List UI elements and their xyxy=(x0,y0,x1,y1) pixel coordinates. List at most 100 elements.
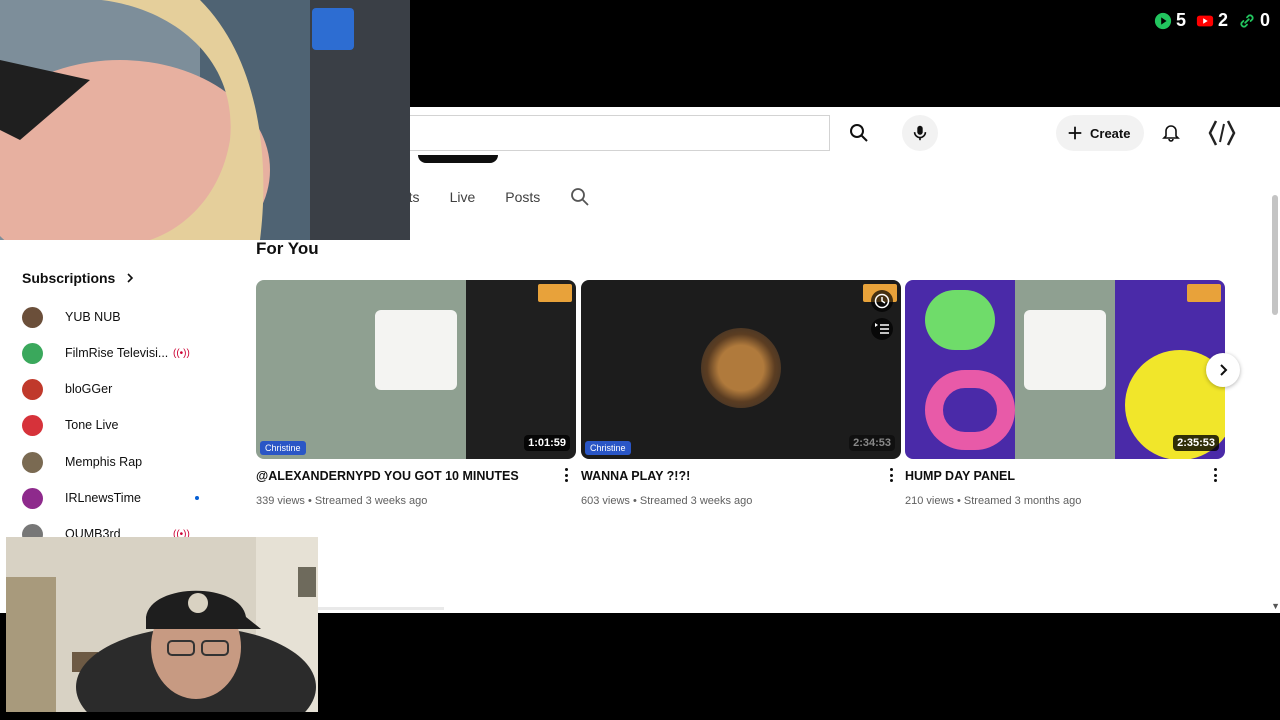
search-input[interactable] xyxy=(410,115,830,151)
microphone-icon xyxy=(913,125,927,141)
more-options-button[interactable] xyxy=(560,466,572,484)
stream-stats: 5 2 0 xyxy=(1154,10,1270,31)
viewer-count: 5 xyxy=(1175,10,1186,30)
webcam-feed-image xyxy=(6,537,318,712)
video-duration: 2:35:53 xyxy=(1173,435,1219,451)
view-count: 210 views xyxy=(905,495,954,507)
webcam-feed-image xyxy=(0,0,410,240)
chevron-right-icon xyxy=(127,273,134,283)
webcam-overlay-bottom xyxy=(6,537,318,712)
chip-edge xyxy=(418,155,498,163)
search-button[interactable] xyxy=(836,117,882,149)
play-icon xyxy=(1154,12,1172,29)
youtube-count-stat: 2 xyxy=(1196,10,1228,31)
channel-search-button[interactable] xyxy=(570,187,590,207)
add-to-queue-button[interactable] xyxy=(871,318,893,340)
profile-logo-icon xyxy=(1208,120,1236,146)
channel-avatar xyxy=(22,451,43,473)
channel-name: bloGGer xyxy=(65,382,113,396)
channel-tabs: rts Live Posts xyxy=(404,185,590,209)
channel-name: Tone Live xyxy=(65,418,119,432)
channel-name: Memphis Rap xyxy=(65,455,143,469)
thumbnail-badge xyxy=(538,284,572,302)
link-icon xyxy=(1240,13,1254,28)
youtube-count: 2 xyxy=(1217,10,1228,30)
video-title[interactable]: @ALEXANDERNYPD YOU GOT 10 MINUTES xyxy=(256,469,546,483)
link-count-stat: 0 xyxy=(1238,10,1270,31)
channel-avatar xyxy=(22,487,43,509)
video-title[interactable]: WANNA PLAY ?!?! xyxy=(581,469,871,483)
notifications-button[interactable] xyxy=(1156,117,1186,147)
video-card[interactable]: Christine 2:34:53 WANNA PLAY ?!?! 603 vi… xyxy=(581,280,901,507)
voice-search-button[interactable] xyxy=(902,115,938,151)
thumbnail-badge xyxy=(1187,284,1221,302)
chevron-right-icon xyxy=(1220,364,1228,376)
upload-age: Streamed 3 weeks ago xyxy=(314,495,428,507)
create-label: Create xyxy=(1090,125,1131,141)
account-avatar[interactable] xyxy=(1204,115,1240,151)
subscription-item[interactable]: IRLnewsTime xyxy=(22,483,202,513)
meta-separator: • xyxy=(307,495,312,507)
video-title[interactable]: HUMP DAY PANEL xyxy=(905,469,1195,483)
live-indicator-icon: ((•)) xyxy=(173,347,190,359)
video-meta: 603 views • Streamed 3 weeks ago xyxy=(581,495,901,507)
thumbnail-tag: Christine xyxy=(585,441,631,455)
video-card[interactable]: Christine 1:01:59 @ALEXANDERNYPD YOU GOT… xyxy=(256,280,576,507)
more-options-button[interactable] xyxy=(885,466,897,484)
video-duration: 2:34:53 xyxy=(849,435,895,451)
video-meta: 339 views • Streamed 3 weeks ago xyxy=(256,495,576,507)
section-title: For You xyxy=(256,239,319,258)
create-button[interactable]: Create xyxy=(1056,115,1145,151)
search-icon xyxy=(850,124,868,142)
bell-icon xyxy=(1162,125,1180,142)
meta-separator: • xyxy=(632,495,637,507)
video-thumbnail[interactable]: Christine 2:34:53 xyxy=(581,280,901,459)
video-thumbnail[interactable]: 2:35:53 xyxy=(905,280,1225,459)
link-count: 0 xyxy=(1259,10,1270,30)
channel-name: IRLnewsTime xyxy=(65,491,141,505)
pink-ring-shape xyxy=(925,370,1015,450)
channel-avatar xyxy=(22,378,43,400)
watch-later-button[interactable] xyxy=(871,290,893,312)
upload-age: Streamed 3 weeks ago xyxy=(639,495,753,507)
video-meta: 210 views • Streamed 3 months ago xyxy=(905,495,1225,507)
progress-strip xyxy=(318,607,444,610)
clock-icon xyxy=(874,293,890,309)
channel-avatar xyxy=(22,342,43,364)
viewer-count-stat: 5 xyxy=(1154,10,1186,31)
page-scrollbar[interactable] xyxy=(1272,195,1278,315)
more-options-button[interactable] xyxy=(1209,466,1221,484)
subscription-item[interactable]: FilmRise Televisi... ((•)) xyxy=(22,338,202,368)
channel-name: FilmRise Televisi... xyxy=(65,346,169,360)
subscription-item[interactable]: bloGGer xyxy=(22,374,202,404)
scroll-down-arrow[interactable]: ▼ xyxy=(1271,601,1280,611)
green-blob-shape xyxy=(925,290,995,350)
subscription-item[interactable]: YUB NUB xyxy=(22,302,202,332)
phone-illustration xyxy=(375,310,457,390)
new-content-indicator xyxy=(195,496,199,500)
thumbnail-tag: Christine xyxy=(260,441,306,455)
video-thumbnail[interactable]: Christine 1:01:59 xyxy=(256,280,576,459)
subscription-item[interactable]: Tone Live xyxy=(22,410,202,440)
search-icon xyxy=(571,188,589,206)
queue-icon xyxy=(875,323,889,334)
subscriptions-label: Subscriptions xyxy=(22,270,116,286)
channel-avatar xyxy=(22,414,43,436)
channel-avatar xyxy=(22,306,43,328)
video-card[interactable]: 2:35:53 HUMP DAY PANEL 210 views • Strea… xyxy=(905,280,1225,507)
channel-name: YUB NUB xyxy=(65,310,121,324)
tab-posts[interactable]: Posts xyxy=(505,189,540,205)
phone-illustration xyxy=(1024,310,1106,390)
upload-age: Streamed 3 months ago xyxy=(963,495,1082,507)
tab-live[interactable]: Live xyxy=(450,189,476,205)
carousel-next-button[interactable] xyxy=(1206,353,1240,387)
youtube-icon xyxy=(1196,15,1214,26)
screen: 5 2 0 Create rts Live Posts ▼ For You Su… xyxy=(0,0,1280,720)
subscriptions-heading[interactable]: Subscriptions xyxy=(22,270,135,286)
subscription-item[interactable]: Memphis Rap xyxy=(22,447,202,477)
plus-icon xyxy=(1068,126,1082,140)
meta-separator: • xyxy=(956,495,961,507)
dog-avatar-image xyxy=(701,328,781,408)
view-count: 603 views xyxy=(581,495,630,507)
view-count: 339 views xyxy=(256,495,305,507)
